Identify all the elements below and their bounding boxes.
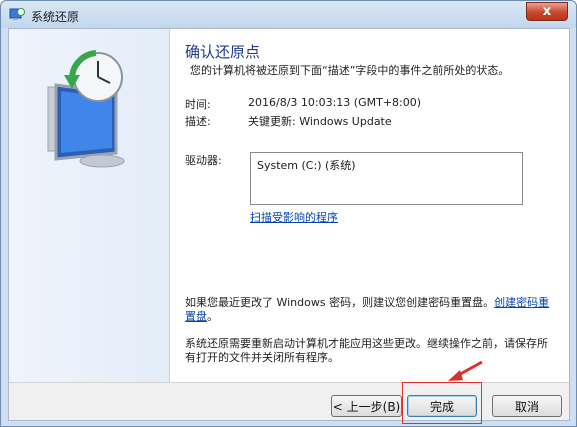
driver-list[interactable]: System (C:) (系统) (250, 152, 523, 205)
driver-list-item[interactable]: System (C:) (系统) (257, 159, 356, 172)
driver-label: 驱动器: (185, 154, 222, 167)
left-graphic-panel (9, 29, 170, 382)
red-arrow-icon (448, 360, 483, 381)
finish-highlight-annotation (402, 382, 482, 424)
button-bar: < 上一步(B) 完成 取消 (9, 382, 569, 420)
scan-affected-programs-link[interactable]: 扫描受影响的程序 (250, 209, 338, 225)
time-label: 时间: (185, 98, 211, 111)
description-value: 关键更新: Windows Update (248, 115, 392, 128)
computer-restore-icon (47, 50, 125, 168)
password-note-text: 如果您最近更改了 Windows 密码，则建议您创建密码重置盘。 (185, 296, 495, 309)
close-icon: x (542, 4, 552, 19)
system-restore-window: 系统还原 x 确认还原点 您的计算机将被还原到下面“描述”字段中的事件之前所处的… (0, 0, 577, 427)
close-button[interactable]: x (526, 2, 568, 21)
page-title: 确认还原点 (185, 43, 261, 61)
main-content: 确认还原点 您的计算机将被还原到下面“描述”字段中的事件之前所处的状态。 时间:… (170, 29, 569, 382)
system-restore-app-icon (9, 8, 25, 20)
page-subtitle: 您的计算机将被还原到下面“描述”字段中的事件之前所处的状态。 (190, 64, 510, 77)
back-button[interactable]: < 上一步(B) (331, 395, 402, 417)
cancel-button[interactable]: 取消 (492, 395, 562, 417)
password-note-end: 。 (207, 310, 218, 323)
title-bar[interactable]: 系统还原 x (1, 1, 576, 28)
window-title: 系统还原 (31, 10, 80, 24)
time-value: 2016/8/3 10:03:13 (GMT+8:00) (248, 96, 422, 109)
restart-note: 系统还原需要重新启动计算机才能应用这些更改。继续操作之前，请保存所有打开的文件并… (185, 337, 548, 364)
password-note: 如果您最近更改了 Windows 密码，则建议您创建密码重置盘。创建密码重置盘。 (185, 296, 550, 324)
description-label: 描述: (185, 115, 211, 128)
